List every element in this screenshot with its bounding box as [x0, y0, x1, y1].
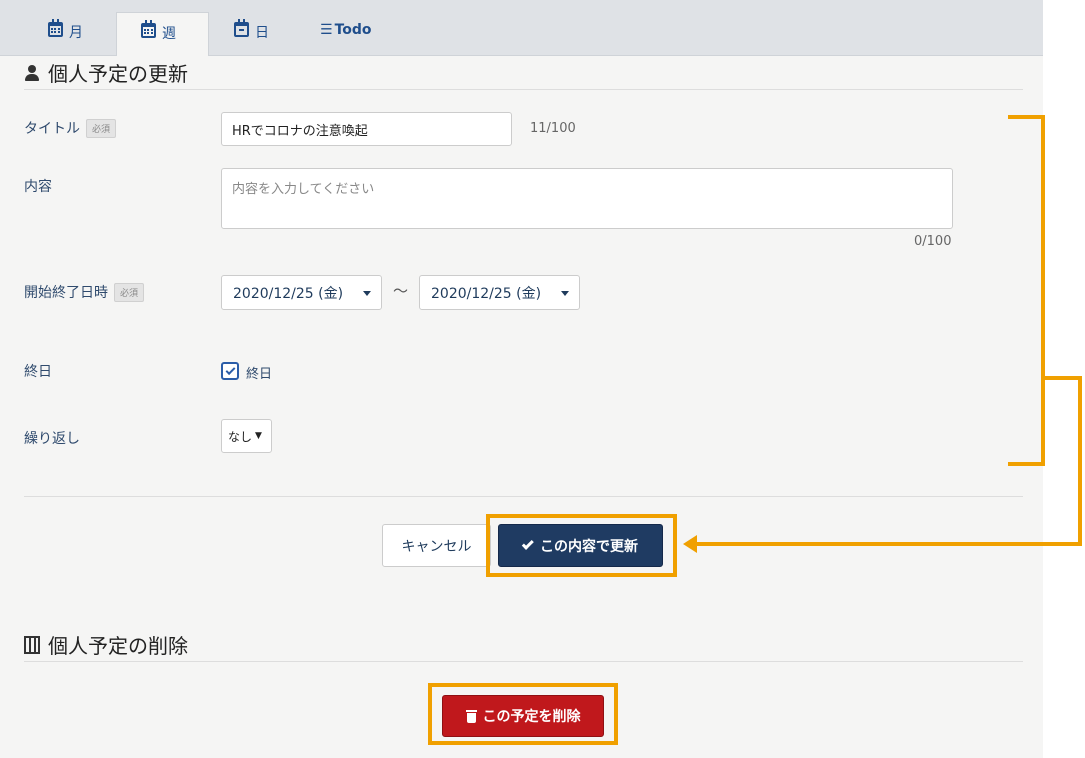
view-tab-bar: 月 週 日 ☰ Todo [0, 0, 1043, 56]
end-date-select[interactable]: 2020/12/25 (金) [419, 275, 580, 310]
user-icon [24, 64, 40, 81]
calendar-week-icon [141, 20, 156, 38]
annotation-bracket-spine [1041, 115, 1045, 466]
datetime-label-text: 開始終了日時 [24, 285, 108, 301]
tab-week[interactable]: 週 [116, 12, 209, 56]
content-placeholder: 内容を入力してください [232, 182, 375, 197]
annotation-bracket-top [1008, 115, 1044, 119]
cancel-button-label: キャンセル [401, 538, 472, 555]
content-textarea[interactable]: 内容を入力してください [221, 168, 953, 229]
title-field-label: タイトル 必須 [24, 118, 117, 138]
title-char-counter: 11/100 [530, 121, 576, 136]
start-date-value: 2020/12/25 (金) [233, 285, 344, 302]
tab-month[interactable]: 月 [48, 12, 83, 56]
divider [24, 661, 1023, 662]
annotation-arrow-head [683, 535, 697, 553]
annotation-connector-horizontal [1043, 376, 1082, 380]
tab-month-label: 月 [69, 25, 83, 41]
chevron-down-icon: ▼ [255, 431, 262, 441]
update-section-title-text: 個人予定の更新 [48, 62, 188, 86]
title-label-text: タイトル [24, 121, 80, 137]
title-input[interactable]: HRでコロナの注意喚起 [221, 112, 512, 146]
tab-todo[interactable]: ☰ Todo [320, 12, 372, 56]
annotation-highlight-delete [428, 683, 618, 745]
tab-day-label: 日 [255, 25, 269, 41]
content-field-label: 内容 [24, 179, 52, 195]
tab-day[interactable]: 日 [234, 12, 269, 56]
cancel-button[interactable]: キャンセル [382, 524, 491, 567]
allday-field-label: 終日 [24, 364, 52, 380]
allday-checkbox[interactable] [221, 362, 239, 380]
annotation-arrow-line [696, 542, 1082, 546]
annotation-bracket-bottom [1008, 462, 1044, 466]
chevron-down-icon [363, 291, 371, 296]
required-badge: 必須 [86, 118, 117, 138]
divider [24, 89, 1023, 90]
annotation-connector-vertical [1078, 376, 1082, 546]
update-section-title: 個人予定の更新 [24, 58, 188, 87]
delete-section-title: 個人予定の削除 [24, 630, 188, 659]
building-icon [24, 635, 40, 654]
tab-week-label: 週 [162, 26, 176, 42]
list-icon: ☰ [320, 22, 333, 38]
repeat-select[interactable]: なし ▼ [221, 419, 272, 453]
end-date-value: 2020/12/25 (金) [431, 285, 542, 302]
start-date-select[interactable]: 2020/12/25 (金) [221, 275, 382, 310]
schedule-app: 月 週 日 ☰ Todo 個人予定の更新 タイトル 必須 HRでコロナの注意喚起… [0, 0, 1043, 758]
content-char-counter: 0/100 [914, 234, 952, 249]
range-separator: 〜 [393, 282, 409, 300]
calendar-day-icon [234, 19, 249, 37]
calendar-icon [48, 19, 63, 37]
required-badge: 必須 [114, 282, 145, 302]
delete-section-title-text: 個人予定の削除 [48, 634, 188, 658]
tab-todo-label: Todo [334, 22, 372, 38]
repeat-value: なし [228, 429, 253, 444]
datetime-field-label: 開始終了日時 必須 [24, 282, 145, 302]
allday-checkbox-label[interactable]: 終日 [246, 363, 272, 382]
divider [24, 496, 1023, 497]
repeat-field-label: 繰り返し [24, 431, 80, 447]
chevron-down-icon [561, 291, 569, 296]
annotation-highlight-update [486, 514, 677, 577]
title-input-value: HRでコロナの注意喚起 [232, 123, 368, 139]
check-icon [225, 364, 235, 375]
